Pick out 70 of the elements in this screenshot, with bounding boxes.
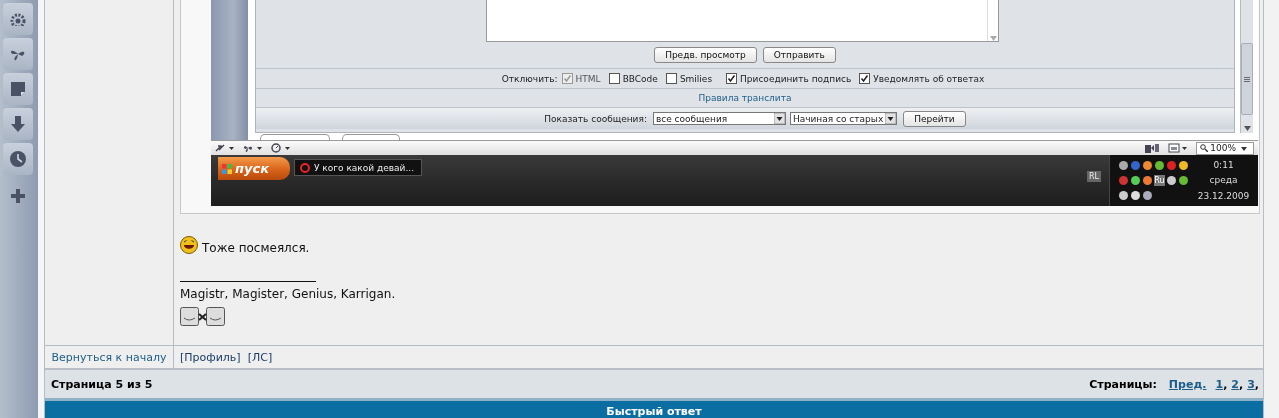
profile-link[interactable]: [ЛС] <box>247 350 273 364</box>
tray-language-indicator[interactable]: Ru <box>1154 174 1165 186</box>
dropdown-arrow-icon[interactable] <box>773 113 785 124</box>
checkbox-label: Присоединить подпись <box>740 73 852 84</box>
form-button[interactable]: Отправить <box>762 47 836 63</box>
page-link[interactable]: 2 <box>1231 377 1239 391</box>
profile-link[interactable]: [Профиль] <box>180 350 241 364</box>
tray-icon[interactable] <box>1166 174 1177 186</box>
windows-flag-icon <box>221 162 233 175</box>
quick-reply-header: Быстрый ответ <box>606 405 702 418</box>
page-link[interactable]: Пред. <box>1168 377 1207 391</box>
checkbox[interactable] <box>608 73 620 84</box>
back-to-top-link[interactable]: Вернуться к началу <box>51 350 167 364</box>
tray-icon[interactable] <box>1142 189 1153 201</box>
tray-icon[interactable] <box>1142 174 1153 186</box>
tray-icon[interactable] <box>1178 159 1189 171</box>
translit-link[interactable]: Правила транслита <box>698 93 792 103</box>
note-icon[interactable] <box>9 80 27 98</box>
dropdown[interactable]: все сообщения <box>652 112 786 125</box>
start-button[interactable]: пуск <box>218 157 290 180</box>
tray-icon[interactable] <box>1130 189 1141 201</box>
image-icon[interactable] <box>1168 143 1189 153</box>
grip-icon[interactable] <box>1244 76 1250 82</box>
separator: , <box>1254 377 1259 391</box>
tray-icon[interactable] <box>1154 159 1165 171</box>
linked-faces-drawing <box>180 307 225 326</box>
ring-icon <box>300 162 310 173</box>
tray-icon[interactable] <box>1130 174 1141 186</box>
checkbox-label: Уведомлять об ответах <box>873 73 985 84</box>
zoom-field[interactable]: 100% <box>1196 141 1254 155</box>
form-button[interactable]: Предв. просмотр <box>654 47 757 63</box>
search-icon <box>1200 144 1209 152</box>
taskbar-button[interactable]: У кого какой девай... <box>294 159 422 176</box>
post-message: Тоже посмеялся. <box>202 241 310 255</box>
checkbox[interactable] <box>859 73 871 84</box>
tray-icon[interactable] <box>1178 174 1189 186</box>
clock[interactable]: 0:11 среда 23.12.2009 <box>1189 155 1258 206</box>
tray-icon[interactable] <box>1118 189 1129 201</box>
dropdown[interactable]: Начиная со старых <box>789 112 898 125</box>
arrows-icon[interactable] <box>215 143 235 153</box>
page-link[interactable]: 3 <box>1247 377 1255 391</box>
scrollbar[interactable] <box>1240 0 1253 133</box>
add-icon[interactable] <box>11 189 25 203</box>
show-label: Показать сообщения: <box>544 113 647 124</box>
page-info: Страница 5 из 5 <box>51 377 153 391</box>
language-indicator[interactable]: RL <box>1087 171 1101 182</box>
checkbox-label: HTML <box>575 73 601 84</box>
gear-icon[interactable] <box>9 12 27 26</box>
checkbox-label: Smilies <box>679 73 713 84</box>
signature: Magistr, Magister, Genius, Karrigan. <box>180 287 397 301</box>
gauge-icon[interactable] <box>271 143 291 153</box>
clock-icon[interactable] <box>9 150 27 168</box>
checkbox-label: BBCode <box>622 73 658 84</box>
fan-icon[interactable] <box>243 143 263 153</box>
separator: , <box>1238 377 1244 391</box>
download-icon[interactable] <box>9 115 27 133</box>
scroll-down-icon[interactable] <box>1243 126 1251 131</box>
tray-icon[interactable] <box>1142 159 1153 171</box>
separator: , <box>1223 377 1228 391</box>
checkbox[interactable] <box>726 73 738 84</box>
page-link[interactable]: 1 <box>1215 377 1224 391</box>
pages-label: Страницы: <box>1089 377 1157 391</box>
message-textarea[interactable] <box>486 0 999 42</box>
dropdown-arrow-icon[interactable] <box>885 113 897 124</box>
tray-icon[interactable] <box>1118 159 1129 171</box>
page-icon[interactable] <box>1144 143 1161 153</box>
go-button[interactable]: Перейти <box>903 110 966 127</box>
laughing-smiley-icon <box>180 236 198 254</box>
checkbox[interactable] <box>665 73 677 84</box>
options-label: Отключить: <box>501 73 558 84</box>
